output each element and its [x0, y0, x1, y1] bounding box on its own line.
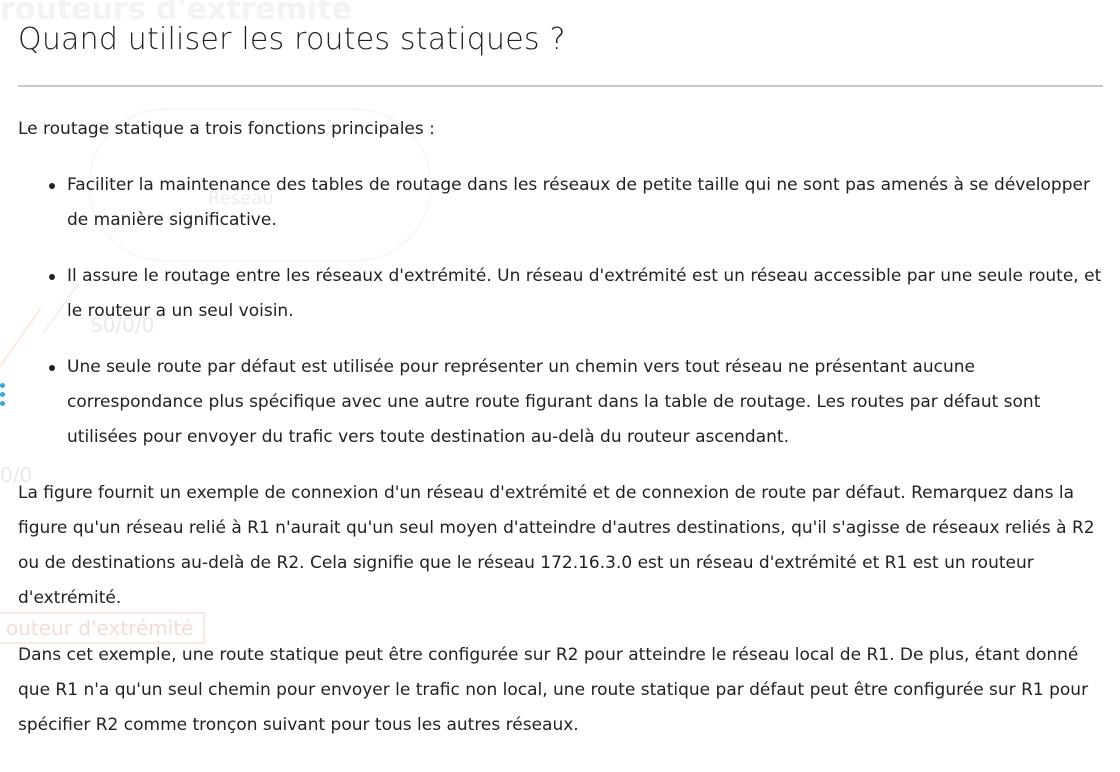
list-item-text: Une seule route par défaut est utilisée … [67, 357, 1041, 447]
list-item: Il assure le routage entre les réseaux d… [18, 259, 1108, 329]
bullet-icon [49, 183, 55, 189]
list-item-text: Faciliter la maintenance des tables de r… [67, 175, 1090, 230]
figure-description-paragraph: La figure fournit un exemple de connexio… [18, 483, 1095, 608]
list-item: Faciliter la maintenance des tables de r… [18, 168, 1108, 238]
functions-list: Faciliter la maintenance des tables de r… [18, 168, 1108, 476]
bullet-icon [49, 274, 55, 280]
bullet-icon [49, 365, 55, 371]
intro-text: Le routage statique a trois fonctions pr… [18, 119, 435, 139]
example-paragraph: Dans cet exemple, une route statique peu… [18, 645, 1089, 735]
list-item: Une seule route par défaut est utilisée … [18, 350, 1108, 455]
list-item-text: Il assure le routage entre les réseaux d… [67, 266, 1102, 321]
ghost-router-icon [0, 383, 6, 410]
page-title: Quand utiliser les routes statiques ? [18, 22, 566, 57]
title-divider [18, 85, 1103, 87]
